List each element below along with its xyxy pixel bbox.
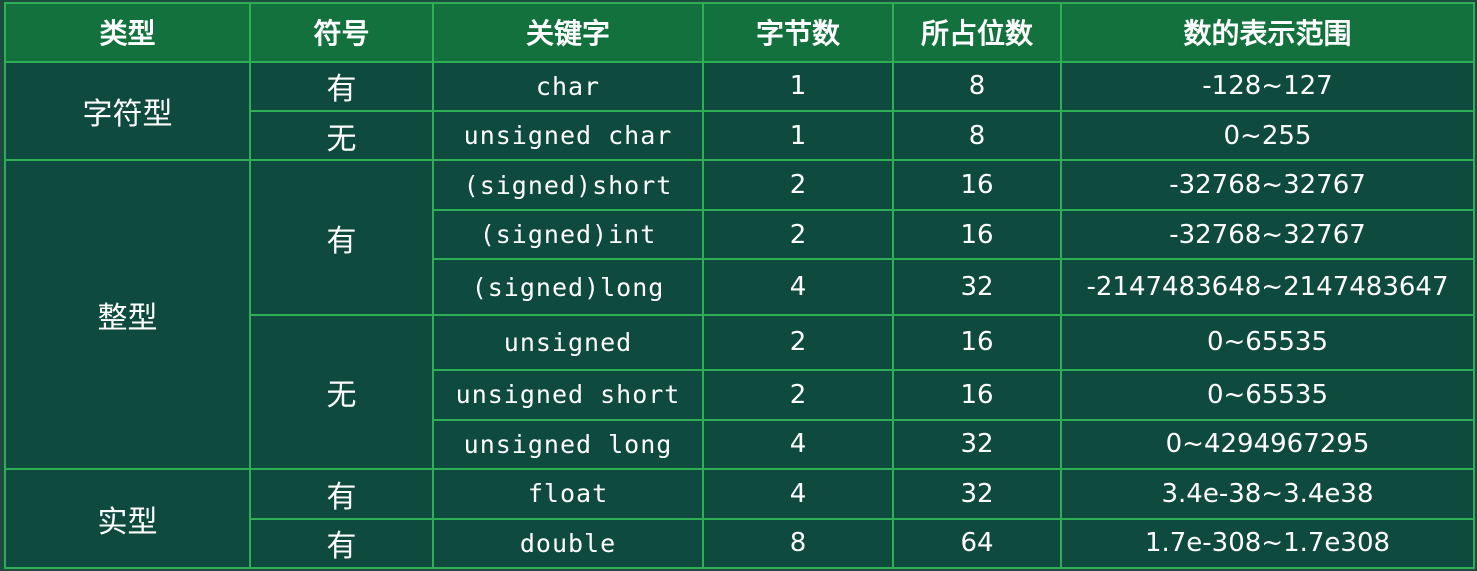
range-cell: 0~65535 <box>1060 313 1475 372</box>
header-row: 类型 符号 关键字 字节数 所占位数 数的表示范围 <box>4 2 1475 63</box>
keyword-cell: float <box>432 468 704 520</box>
keyword-cell: (signed)short <box>432 159 704 211</box>
keyword-cell: unsigned short <box>432 369 704 421</box>
table-row: 实型 有 float 4 32 3.4e-38~3.4e38 <box>4 468 1475 569</box>
bytes-cell: 4 <box>702 418 894 471</box>
keyword-cell: (signed)long <box>432 258 704 316</box>
bytes-cell: 2 <box>702 313 894 372</box>
data-type-table: 类型 符号 关键字 字节数 所占位数 数的表示范围 字符型 有 char 1 8… <box>4 2 1475 570</box>
bits-cell: 16 <box>892 159 1062 211</box>
header-range: 数的表示范围 <box>1060 2 1475 63</box>
range-cell: 0~65535 <box>1060 369 1475 421</box>
range-cell: -32768~32767 <box>1060 208 1475 261</box>
header-bytes: 字节数 <box>702 2 894 63</box>
bits-cell: 16 <box>892 369 1062 421</box>
bytes-cell: 8 <box>702 517 894 570</box>
bytes-cell: 4 <box>702 258 894 316</box>
header-bits: 所占位数 <box>892 2 1062 63</box>
keyword-cell: double <box>432 517 704 570</box>
bits-cell: 32 <box>892 258 1062 316</box>
sign-cell: 无 <box>249 313 434 471</box>
range-cell: 0~255 <box>1060 109 1475 162</box>
keyword-cell: char <box>432 60 704 112</box>
range-cell: 3.4e-38~3.4e38 <box>1060 468 1475 520</box>
sign-cell: 无 <box>249 109 434 162</box>
bits-cell: 32 <box>892 418 1062 471</box>
keyword-cell: unsigned char <box>432 109 704 162</box>
sign-cell: 有 <box>249 60 434 112</box>
sign-cell: 有 <box>249 159 434 316</box>
sign-cell: 有 <box>249 468 434 520</box>
range-cell: -32768~32767 <box>1060 159 1475 211</box>
group-int: 整型 <box>4 159 251 471</box>
keyword-cell: unsigned <box>432 313 704 372</box>
header-keyword: 关键字 <box>432 2 704 63</box>
bytes-cell: 2 <box>702 159 894 211</box>
bytes-cell: 2 <box>702 208 894 261</box>
bits-cell: 8 <box>892 60 1062 112</box>
sign-cell: 有 <box>249 517 434 570</box>
table-row: 字符型 有 char 1 8 -128~127 <box>4 60 1475 162</box>
bits-cell: 16 <box>892 313 1062 372</box>
bytes-cell: 2 <box>702 369 894 421</box>
range-cell: 1.7e-308~1.7e308 <box>1060 517 1475 570</box>
group-char: 字符型 <box>4 60 251 162</box>
bytes-cell: 4 <box>702 468 894 520</box>
keyword-cell: unsigned long <box>432 418 704 471</box>
bits-cell: 16 <box>892 208 1062 261</box>
bits-cell: 8 <box>892 109 1062 162</box>
bits-cell: 64 <box>892 517 1062 570</box>
keyword-cell: (signed)int <box>432 208 704 261</box>
range-cell: -128~127 <box>1060 60 1475 112</box>
group-real: 实型 <box>4 468 251 569</box>
bytes-cell: 1 <box>702 60 894 112</box>
header-type: 类型 <box>4 2 251 63</box>
bits-cell: 32 <box>892 468 1062 520</box>
range-cell: -2147483648~2147483647 <box>1060 258 1475 316</box>
header-sign: 符号 <box>249 2 434 63</box>
range-cell: 0~4294967295 <box>1060 418 1475 471</box>
bytes-cell: 1 <box>702 109 894 162</box>
table-row: 整型 有 (signed)short 2 16 -32768~32767 <box>4 159 1475 471</box>
